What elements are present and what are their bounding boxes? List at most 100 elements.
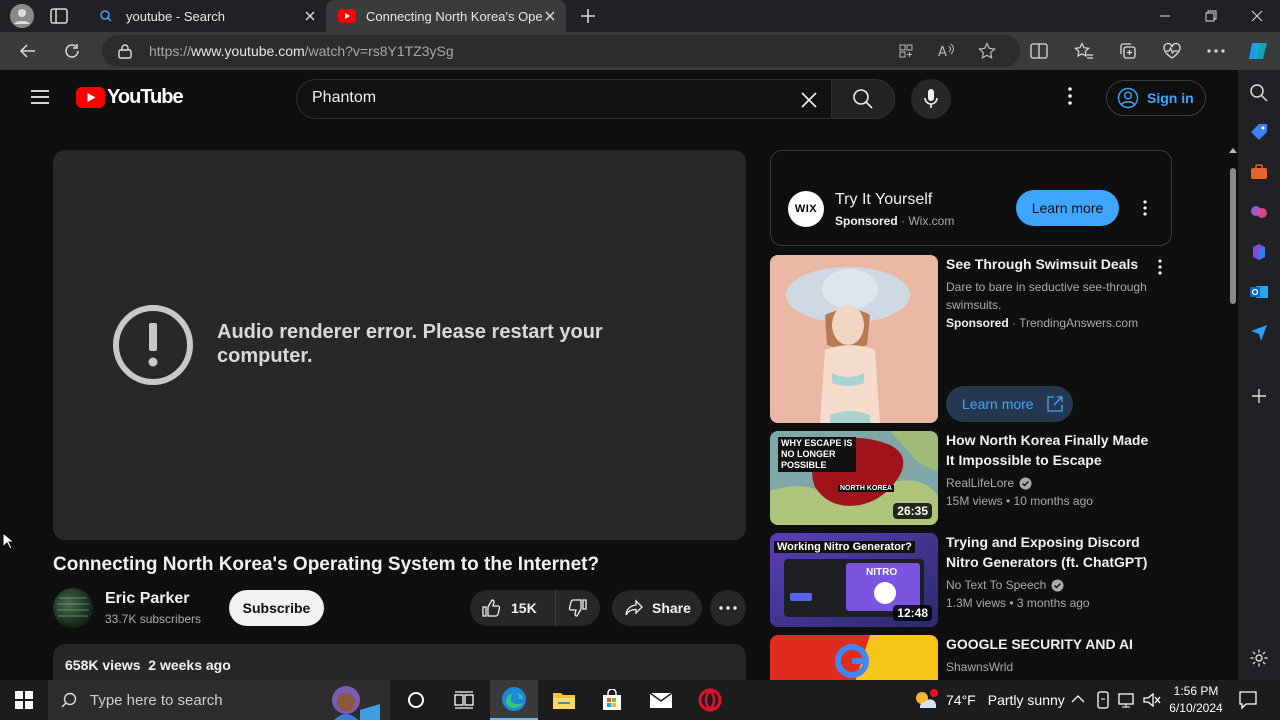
sign-in-button[interactable]: Sign in [1106, 80, 1206, 116]
search-button[interactable] [831, 79, 895, 119]
dislike-button[interactable] [556, 590, 600, 626]
swimsuit-photo-image [770, 255, 938, 423]
related-video-title[interactable]: GOOGLE SECURITY AND AI [946, 634, 1156, 654]
description-box[interactable]: 658K views 2 weeks ago [53, 644, 746, 680]
microsoft-365-icon[interactable] [1249, 242, 1269, 262]
network-icon[interactable] [1118, 692, 1136, 708]
close-window-button[interactable] [1234, 0, 1280, 32]
taskbar-file-explorer[interactable] [540, 680, 588, 720]
tab-youtube-search[interactable]: youtube - Search [88, 0, 326, 32]
voice-search-button[interactable] [911, 79, 951, 119]
channel-avatar[interactable] [53, 588, 93, 628]
sidebar-settings-gear-icon[interactable] [1249, 648, 1269, 668]
taskbar-store[interactable] [588, 680, 636, 720]
split-screen-button[interactable] [1024, 36, 1054, 66]
more-actions-button[interactable] [710, 590, 746, 626]
outlook-icon[interactable] [1249, 282, 1269, 302]
tab-youtube-video[interactable]: Connecting North Korea's Operating Syste… [326, 0, 566, 32]
device-icon[interactable] [1096, 691, 1110, 709]
restore-button[interactable] [1188, 0, 1234, 32]
guide-menu-button[interactable] [30, 89, 50, 105]
video-thumbnail[interactable] [770, 635, 938, 680]
new-tab-button[interactable] [578, 6, 598, 26]
ad-menu-button[interactable] [1148, 255, 1172, 279]
app-available-icon[interactable] [898, 43, 914, 59]
ad-title[interactable]: See Through Swimsuit Deals [946, 254, 1138, 274]
video-player[interactable]: Audio renderer error. Please restart you… [53, 150, 746, 540]
subscribe-button[interactable]: Subscribe [229, 590, 324, 626]
settings-more-button[interactable] [1201, 36, 1231, 66]
favorite-star-icon[interactable] [978, 42, 996, 60]
ad-menu-button[interactable] [1133, 196, 1157, 220]
page-scrollbar[interactable] [1228, 146, 1238, 680]
task-view-button[interactable] [440, 680, 488, 720]
youtube-play-logo-icon [76, 87, 105, 108]
tab-actions-button[interactable] [50, 8, 68, 24]
close-tab-icon[interactable] [302, 8, 318, 24]
profile-avatar[interactable] [10, 4, 34, 28]
video-thumbnail[interactable]: WHY ESCAPE IS NO LONGER POSSIBLE NORTH K… [770, 431, 938, 525]
learn-more-button[interactable]: Learn more [946, 386, 1073, 422]
cortana-button[interactable] [392, 680, 440, 720]
search-input[interactable]: Phantom [296, 79, 832, 119]
games-icon[interactable] [1249, 202, 1269, 222]
youtube-logo[interactable]: YouTube [76, 86, 184, 109]
start-button[interactable] [0, 680, 48, 720]
lock-icon[interactable] [118, 43, 132, 59]
add-plus-icon[interactable] [1249, 386, 1269, 406]
views-and-date: 658K views 2 weeks ago [65, 657, 231, 673]
weather-widget[interactable]: 74°F Partly sunny [912, 680, 1065, 720]
tab-title: youtube - Search [126, 8, 226, 24]
notifications-chat-icon[interactable] [1238, 690, 1258, 710]
related-video-channel[interactable]: RealLifeLore [946, 474, 1032, 492]
channel-name[interactable]: Eric Parker [105, 590, 190, 608]
weather-temperature: 74°F [946, 692, 976, 708]
related-video-title[interactable]: How North Korea Finally Made It Impossib… [946, 430, 1156, 470]
clock-time: 1:56 PM [1173, 684, 1219, 698]
restore-icon [1205, 10, 1217, 22]
collections-icon [1120, 43, 1136, 59]
video-thumbnail[interactable]: Working Nitro Generator? NITRO 12:48 [770, 533, 938, 627]
ad-thumbnail[interactable] [770, 255, 938, 423]
more-vertical-icon [1158, 259, 1162, 275]
refresh-button[interactable] [57, 36, 87, 66]
share-button[interactable]: Share [612, 590, 702, 626]
favorites-button[interactable] [1069, 36, 1099, 66]
learn-more-button[interactable]: Learn more [1016, 190, 1119, 226]
related-video-channel[interactable]: ShawnsWrld [946, 658, 1013, 676]
related-video-title[interactable]: Trying and Exposing Discord Nitro Genera… [946, 532, 1156, 572]
volume-muted-icon[interactable] [1143, 692, 1161, 708]
advertiser-logo: WIX [788, 191, 824, 227]
like-button[interactable]: 15K [470, 590, 556, 626]
system-clock[interactable]: 1:56 PM 6/10/2024 [1166, 683, 1226, 717]
collections-button[interactable] [1113, 36, 1143, 66]
windows-taskbar: Type here to search 74°F Partly sunny 1:… [0, 680, 1280, 720]
taskbar-search-box[interactable]: Type here to search [48, 680, 390, 720]
taskbar-mail[interactable] [637, 680, 685, 720]
shopping-tag-icon[interactable] [1249, 122, 1269, 142]
sponsored-label: Sponsored [835, 214, 898, 228]
close-tab-icon[interactable] [542, 8, 558, 24]
address-bar[interactable]: https://www.youtube.com/watch?v=rs8Y1TZ3… [102, 35, 1020, 67]
browser-essentials-button[interactable] [1157, 36, 1187, 66]
show-hidden-icons-chevron-icon[interactable] [1071, 694, 1085, 704]
taskbar-edge-app[interactable] [490, 680, 538, 720]
back-button[interactable] [13, 36, 43, 66]
copilot-button[interactable] [1243, 36, 1273, 66]
send-drop-icon[interactable] [1249, 322, 1269, 342]
youtube-favicon-icon [338, 9, 356, 23]
search-icon[interactable] [1249, 83, 1269, 103]
url-text: https://www.youtube.com/watch?v=rs8Y1TZ3… [149, 43, 454, 59]
tools-briefcase-icon[interactable] [1249, 162, 1269, 182]
clear-search-icon[interactable] [799, 90, 819, 110]
favorites-icon [1074, 42, 1093, 59]
related-video-meta: 1.3M views • 3 months ago [946, 596, 1090, 610]
related-video-channel[interactable]: No Text To Speech [946, 576, 1064, 594]
settings-menu-button[interactable] [1068, 87, 1072, 105]
read-aloud-icon[interactable]: A [938, 43, 956, 59]
video-title: Connecting North Korea's Operating Syste… [53, 554, 600, 575]
weather-description: Partly sunny [987, 692, 1065, 708]
sponsored-ad-card[interactable]: WIX Try It Yourself Sponsored · Wix.com … [770, 150, 1172, 246]
minimize-button[interactable] [1142, 0, 1188, 32]
taskbar-opera[interactable] [686, 680, 734, 720]
